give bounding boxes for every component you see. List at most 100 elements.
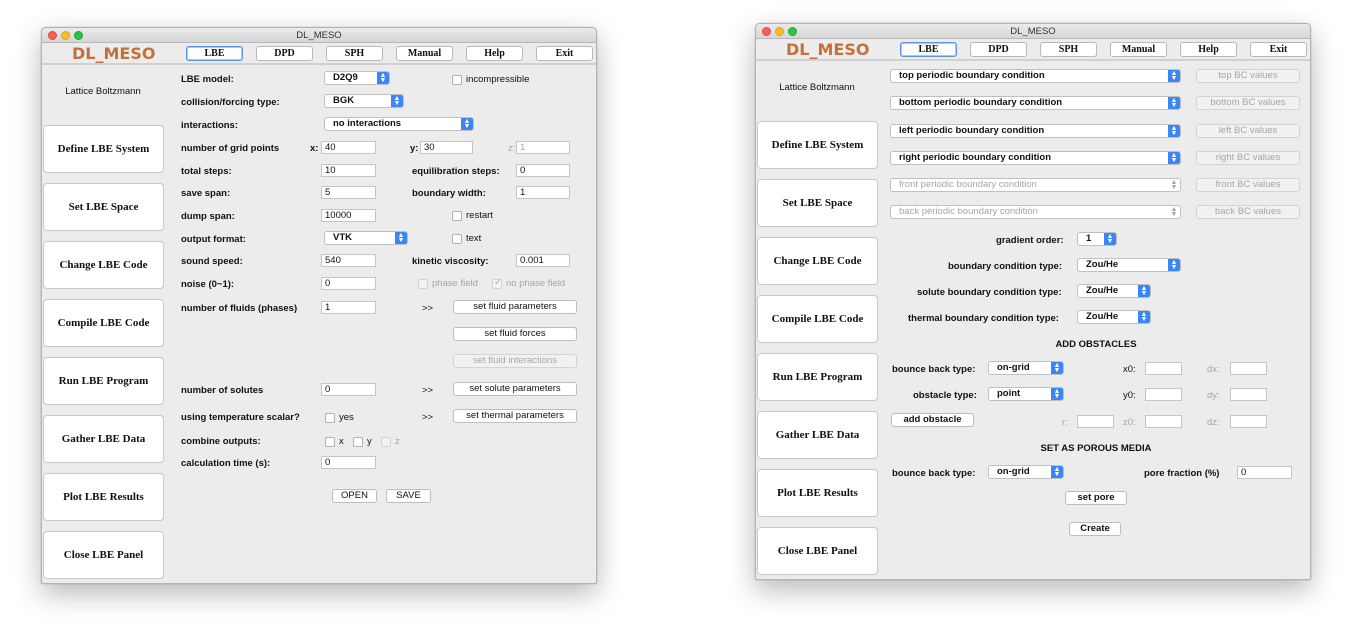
nav-exit-button[interactable]: Exit <box>1250 42 1307 57</box>
nav-help-button[interactable]: Help <box>1180 42 1237 57</box>
set-solute-parameters-button[interactable]: set solute parameters <box>453 382 577 396</box>
thermal-bc-type-select[interactable]: Zou/He ▲ ▼ <box>1077 310 1151 324</box>
title-bar[interactable]: DL_MESO <box>756 24 1310 39</box>
no-phase-field-radio[interactable]: ✓ <box>492 277 502 289</box>
dz-input[interactable] <box>1230 415 1267 428</box>
noise-input[interactable]: 0 <box>321 277 376 290</box>
restart-checkbox[interactable] <box>452 211 462 221</box>
chevron-updown-icon: ▲ ▼ <box>1051 388 1063 400</box>
top-bc-values-button[interactable]: top BC values <box>1196 69 1300 83</box>
run-lbe-program-button[interactable]: Run LBE Program <box>43 357 164 405</box>
solute-bc-type-select[interactable]: Zou/He ▲ ▼ <box>1077 284 1151 298</box>
total-steps-input[interactable]: 10 <box>321 164 376 177</box>
combine-y-checkbox[interactable] <box>353 437 363 447</box>
plot-lbe-results-button[interactable]: Plot LBE Results <box>757 469 878 517</box>
interactions-select[interactable]: no interactions ▲ ▼ <box>324 117 474 131</box>
set-lbe-space-button[interactable]: Set LBE Space <box>757 179 878 227</box>
chevron-updown-icon: ▲ ▼ <box>1168 206 1180 218</box>
fluids-input[interactable]: 1 <box>321 301 376 314</box>
nav-lbe-button[interactable]: LBE <box>900 42 957 57</box>
open-button[interactable]: OPEN <box>332 489 377 503</box>
bc-type-select[interactable]: Zou/He ▲ ▼ <box>1077 258 1181 272</box>
r-input[interactable] <box>1077 415 1114 428</box>
incompressible-checkbox[interactable] <box>452 75 462 85</box>
obstacle-type-select[interactable]: point ▲ ▼ <box>988 387 1064 401</box>
text-checkbox[interactable] <box>452 234 462 244</box>
grid-z-input[interactable]: 1 <box>516 141 570 154</box>
gather-lbe-data-button[interactable]: Gather LBE Data <box>757 411 878 459</box>
create-button[interactable]: Create <box>1069 522 1121 536</box>
save-button[interactable]: SAVE <box>386 489 431 503</box>
nav-exit-button[interactable]: Exit <box>536 46 593 61</box>
grid-x-input[interactable]: 40 <box>321 141 376 154</box>
equilibration-steps-input[interactable]: 0 <box>516 164 570 177</box>
right-boundary-select[interactable]: right periodic boundary condition ▲ ▼ <box>890 151 1181 165</box>
boundary-width-input[interactable]: 1 <box>516 186 570 199</box>
top-boundary-select[interactable]: top periodic boundary condition ▲ ▼ <box>890 69 1181 83</box>
bottom-bc-values-button[interactable]: bottom BC values <box>1196 96 1300 110</box>
nav-manual-button[interactable]: Manual <box>1110 42 1167 57</box>
define-lbe-system-button[interactable]: Define LBE System <box>43 125 164 173</box>
compile-lbe-code-button[interactable]: Compile LBE Code <box>43 299 164 347</box>
temperature-yes-checkbox[interactable] <box>325 413 335 423</box>
left-bc-values-button[interactable]: left BC values <box>1196 124 1300 138</box>
right-bc-values-button[interactable]: right BC values <box>1196 151 1300 165</box>
chevron-updown-icon: ▲ ▼ <box>1104 233 1116 245</box>
kinetic-viscosity-input[interactable]: 0.001 <box>516 254 570 267</box>
dx-label: dx: <box>1207 364 1220 375</box>
solutes-input[interactable]: 0 <box>321 383 376 396</box>
dump-span-input[interactable]: 10000 <box>321 209 376 222</box>
title-bar[interactable]: DL_MESO <box>42 28 596 43</box>
calc-time-input[interactable]: 0 <box>321 456 376 469</box>
phase-field-radio[interactable] <box>418 279 428 289</box>
gradient-order-select[interactable]: 1 ▲ ▼ <box>1077 232 1117 246</box>
set-lbe-space-button[interactable]: Set LBE Space <box>43 183 164 231</box>
change-lbe-code-button[interactable]: Change LBE Code <box>757 237 878 285</box>
sound-speed-input[interactable]: 540 <box>321 254 376 267</box>
porous-bounce-back-select[interactable]: on-grid ▲ ▼ <box>988 465 1064 479</box>
nav-sph-button[interactable]: SPH <box>1040 42 1097 57</box>
obstacle-type-label: obstacle type: <box>913 390 977 401</box>
save-span-input[interactable]: 5 <box>321 186 376 199</box>
dx-input[interactable] <box>1230 362 1267 375</box>
grid-y-input[interactable]: 30 <box>420 141 473 154</box>
add-obstacles-heading: ADD OBSTACLES <box>1055 339 1137 350</box>
nav-dpd-button[interactable]: DPD <box>256 46 313 61</box>
set-fluid-parameters-button[interactable]: set fluid parameters <box>453 300 577 314</box>
set-fluid-interactions-button[interactable]: set fluid interactions <box>453 354 577 368</box>
z0-input[interactable] <box>1145 415 1182 428</box>
bounce-back-select[interactable]: on-grid ▲ ▼ <box>988 361 1064 375</box>
pore-fraction-input[interactable]: 0 <box>1237 466 1292 479</box>
back-bc-values-button[interactable]: back BC values <box>1196 205 1300 219</box>
output-format-select[interactable]: VTK ▲ ▼ <box>324 231 408 245</box>
add-obstacle-button[interactable]: add obstacle <box>891 413 974 427</box>
left-boundary-select[interactable]: left periodic boundary condition ▲ ▼ <box>890 124 1181 138</box>
collision-select[interactable]: BGK ▲ ▼ <box>324 94 404 108</box>
define-lbe-system-button[interactable]: Define LBE System <box>757 121 878 169</box>
nav-manual-button[interactable]: Manual <box>396 46 453 61</box>
change-lbe-code-button[interactable]: Change LBE Code <box>43 241 164 289</box>
compile-lbe-code-button[interactable]: Compile LBE Code <box>757 295 878 343</box>
set-fluid-forces-button[interactable]: set fluid forces <box>453 327 577 341</box>
set-pore-button[interactable]: set pore <box>1065 491 1127 505</box>
lbe-model-select[interactable]: D2Q9 ▲ ▼ <box>324 71 390 85</box>
nav-help-button[interactable]: Help <box>466 46 523 61</box>
combine-x-checkbox[interactable] <box>325 437 335 447</box>
back-boundary-select[interactable]: back periodic boundary condition ▲ ▼ <box>890 205 1181 219</box>
x0-input[interactable] <box>1145 362 1182 375</box>
front-boundary-select[interactable]: front periodic boundary condition ▲ ▼ <box>890 178 1181 192</box>
dy-input[interactable] <box>1230 388 1267 401</box>
nav-lbe-button[interactable]: LBE <box>186 46 243 61</box>
set-thermal-parameters-button[interactable]: set thermal parameters <box>453 409 577 423</box>
nav-dpd-button[interactable]: DPD <box>970 42 1027 57</box>
y0-input[interactable] <box>1145 388 1182 401</box>
close-lbe-panel-button[interactable]: Close LBE Panel <box>757 527 878 575</box>
gather-lbe-data-button[interactable]: Gather LBE Data <box>43 415 164 463</box>
front-bc-values-button[interactable]: front BC values <box>1196 178 1300 192</box>
close-lbe-panel-button[interactable]: Close LBE Panel <box>43 531 164 579</box>
plot-lbe-results-button[interactable]: Plot LBE Results <box>43 473 164 521</box>
run-lbe-program-button[interactable]: Run LBE Program <box>757 353 878 401</box>
combine-z-checkbox[interactable] <box>381 437 391 447</box>
nav-sph-button[interactable]: SPH <box>326 46 383 61</box>
bottom-boundary-select[interactable]: bottom periodic boundary condition ▲ ▼ <box>890 96 1181 110</box>
